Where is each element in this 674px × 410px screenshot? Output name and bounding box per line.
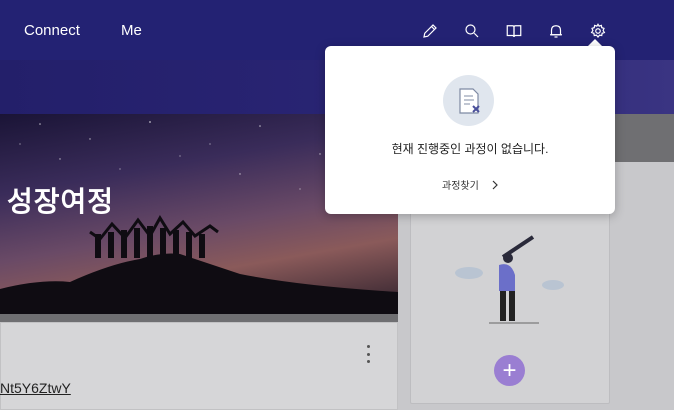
book-icon[interactable] [503, 20, 525, 42]
program-card [0, 322, 398, 410]
no-course-message: 현재 진행중인 과정이 없습니다. [391, 142, 549, 156]
add-course-button[interactable]: + [494, 355, 525, 386]
hero-title: 성장여정 [7, 186, 115, 217]
more-options-icon[interactable] [360, 343, 376, 365]
bell-icon[interactable] [545, 20, 567, 42]
search-icon[interactable] [461, 20, 483, 42]
pencil-icon[interactable] [419, 20, 441, 42]
nav-connect[interactable]: Connect [24, 22, 80, 40]
nav-me[interactable]: Me [121, 22, 142, 40]
find-course-label[interactable]: 과정찾기 [442, 177, 479, 192]
find-course-link[interactable]: 과정찾기 [442, 177, 499, 192]
telescope-illustration [455, 235, 564, 324]
code-link[interactable]: Nt5Y6ZtwY [0, 380, 71, 396]
chevron-right-icon [492, 180, 498, 189]
document-icon [443, 75, 494, 126]
